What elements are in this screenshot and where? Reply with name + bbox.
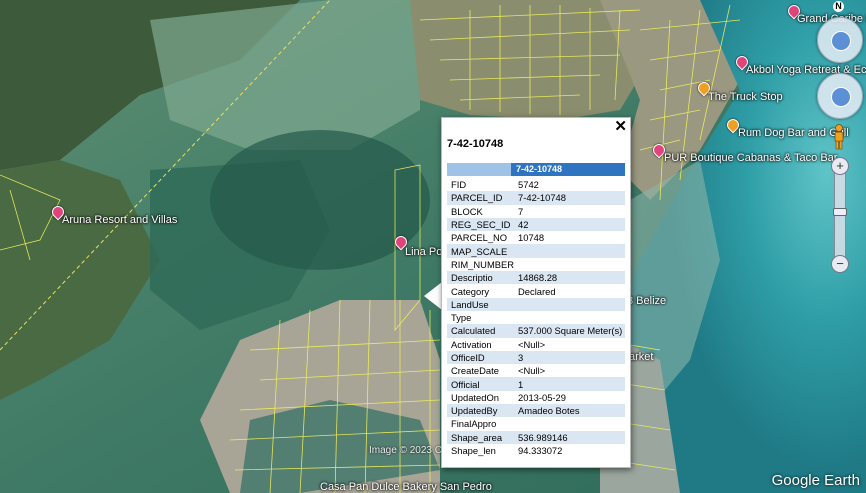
zoom-slider-handle[interactable] <box>833 208 847 216</box>
attribute-value: 1 <box>514 377 625 391</box>
attribute-key: PARCEL_ID <box>447 191 515 205</box>
place-label-aruna: Aruna Resort and Villas <box>62 214 178 226</box>
place-label-pur: PUR Boutique Cabanas & Taco Bar <box>664 152 838 164</box>
compass-north-icon[interactable]: N <box>833 1 844 12</box>
place-label-lina: Lina Po <box>405 246 443 258</box>
satellite-map[interactable]: Aruna Resort and Villas Lina Po Grand Ca… <box>0 0 866 493</box>
place-label-belize: 3 Belize <box>627 295 667 307</box>
place-label-truck-stop: The Truck Stop <box>708 91 783 103</box>
attribute-value: 7 <box>514 204 625 218</box>
parcel-info-popup: ✕ 7-42-10748 7-42-10748 FID 5742 PARCEL_ID… <box>441 117 631 468</box>
attribute-key: LandUse <box>447 297 515 311</box>
attribute-key: FID <box>447 178 515 192</box>
popup-title: 7-42-10748 <box>447 138 504 150</box>
attribute-row: REG_SEC_ID 42 <box>447 217 625 232</box>
google-earth-logo: Google Earth <box>771 472 860 489</box>
attribute-key: REG_SEC_ID <box>447 217 515 232</box>
attribute-key: UpdatedBy <box>447 404 515 418</box>
move-control[interactable] <box>817 73 863 119</box>
attribute-value: Declared <box>514 284 625 298</box>
attribute-row: RIM_NUMBER <box>447 257 625 272</box>
attribute-key: Descriptio <box>447 271 515 285</box>
attribute-row: BLOCK 7 <box>447 204 625 218</box>
attribute-value <box>514 257 625 272</box>
attribute-row: Official 1 <box>447 377 625 391</box>
attribute-row: OfficeID 3 <box>447 350 625 365</box>
attribute-row: UpdatedOn 2013-05-29 <box>447 390 625 405</box>
attribute-key: OfficeID <box>447 350 515 365</box>
attribute-key: UpdatedOn <box>447 390 515 405</box>
attribute-key: BLOCK <box>447 204 515 218</box>
attribute-row: Calculated 537.000 Square Meter(s) <box>447 324 625 338</box>
attribute-row: PARCEL_NO 10748 <box>447 231 625 245</box>
attribute-row: UpdatedBy Amadeo Botes <box>447 404 625 418</box>
attribute-row: Descriptio 14868.28 <box>447 271 625 285</box>
imagery-credit: Image © 2023 C <box>369 445 442 456</box>
attribute-row: Category Declared <box>447 284 625 298</box>
header-value: 7-42-10748 <box>516 164 563 174</box>
zoom-in-button[interactable]: + <box>831 157 849 175</box>
attribute-row: Shape_len 94.333072 <box>447 443 625 458</box>
attribute-value: <Null> <box>514 337 625 351</box>
attribute-key: MAP_SCALE <box>447 244 515 258</box>
attribute-key: Category <box>447 284 515 298</box>
header-cell-blank <box>447 163 511 176</box>
popup-header-row: 7-42-10748 <box>447 163 625 176</box>
attribute-value: 3 <box>514 350 625 365</box>
attribute-row: PARCEL_ID 7-42-10748 <box>447 191 625 205</box>
look-icon <box>831 31 851 51</box>
attribute-value: 5742 <box>514 178 625 192</box>
attribute-value <box>514 297 625 311</box>
attribute-row: FID 5742 <box>447 178 625 192</box>
attribute-value: <Null> <box>514 364 625 378</box>
attribute-key: Shape_area <box>447 430 515 444</box>
attribute-key: Official <box>447 377 515 391</box>
place-label-market: arket <box>629 351 654 363</box>
look-control[interactable] <box>817 17 863 63</box>
attribute-value: 94.333072 <box>514 443 625 458</box>
attribute-value: 14868.28 <box>514 271 625 285</box>
attribute-key: CreateDate <box>447 364 515 378</box>
attribute-row: FinalAppro <box>447 417 625 431</box>
attribute-value <box>514 244 625 258</box>
popup-pointer <box>424 282 442 310</box>
attribute-value: 10748 <box>514 231 625 245</box>
attribute-key: RIM_NUMBER <box>447 257 515 272</box>
close-icon[interactable]: ✕ <box>614 119 627 135</box>
attribute-value: 42 <box>514 217 625 232</box>
pegman-icon[interactable] <box>832 124 846 150</box>
attribute-row: LandUse <box>447 297 625 311</box>
attribute-value: 2013-05-29 <box>514 390 625 405</box>
attribute-value: 537.000 Square Meter(s) <box>514 324 625 338</box>
attribute-key: PARCEL_NO <box>447 231 515 245</box>
header-cell: 7-42-10748 <box>511 163 625 176</box>
attribute-row: Type <box>447 310 625 325</box>
attribute-value <box>514 310 625 325</box>
attribute-key: Activation <box>447 337 515 351</box>
attribute-table: FID 5742 PARCEL_ID 7-42-10748 BLOCK 7 REG_SEC_… <box>447 178 625 458</box>
attribute-row: MAP_SCALE <box>447 244 625 258</box>
attribute-key: Type <box>447 310 515 325</box>
attribute-value: 7-42-10748 <box>514 191 625 205</box>
attribute-row: CreateDate <Null> <box>447 364 625 378</box>
attribute-row: Activation <Null> <box>447 337 625 351</box>
place-label-bakery: Casa Pan Dulce Bakery San Pedro <box>320 481 492 493</box>
move-icon <box>831 87 851 107</box>
attribute-row: Shape_area 536.989146 <box>447 430 625 444</box>
attribute-key: FinalAppro <box>447 417 515 431</box>
attribute-key: Shape_len <box>447 443 515 458</box>
attribute-value <box>514 417 625 431</box>
attribute-key: Calculated <box>447 324 515 338</box>
attribute-value: 536.989146 <box>514 430 625 444</box>
attribute-value: Amadeo Botes <box>514 404 625 418</box>
zoom-out-button[interactable]: − <box>831 255 849 273</box>
